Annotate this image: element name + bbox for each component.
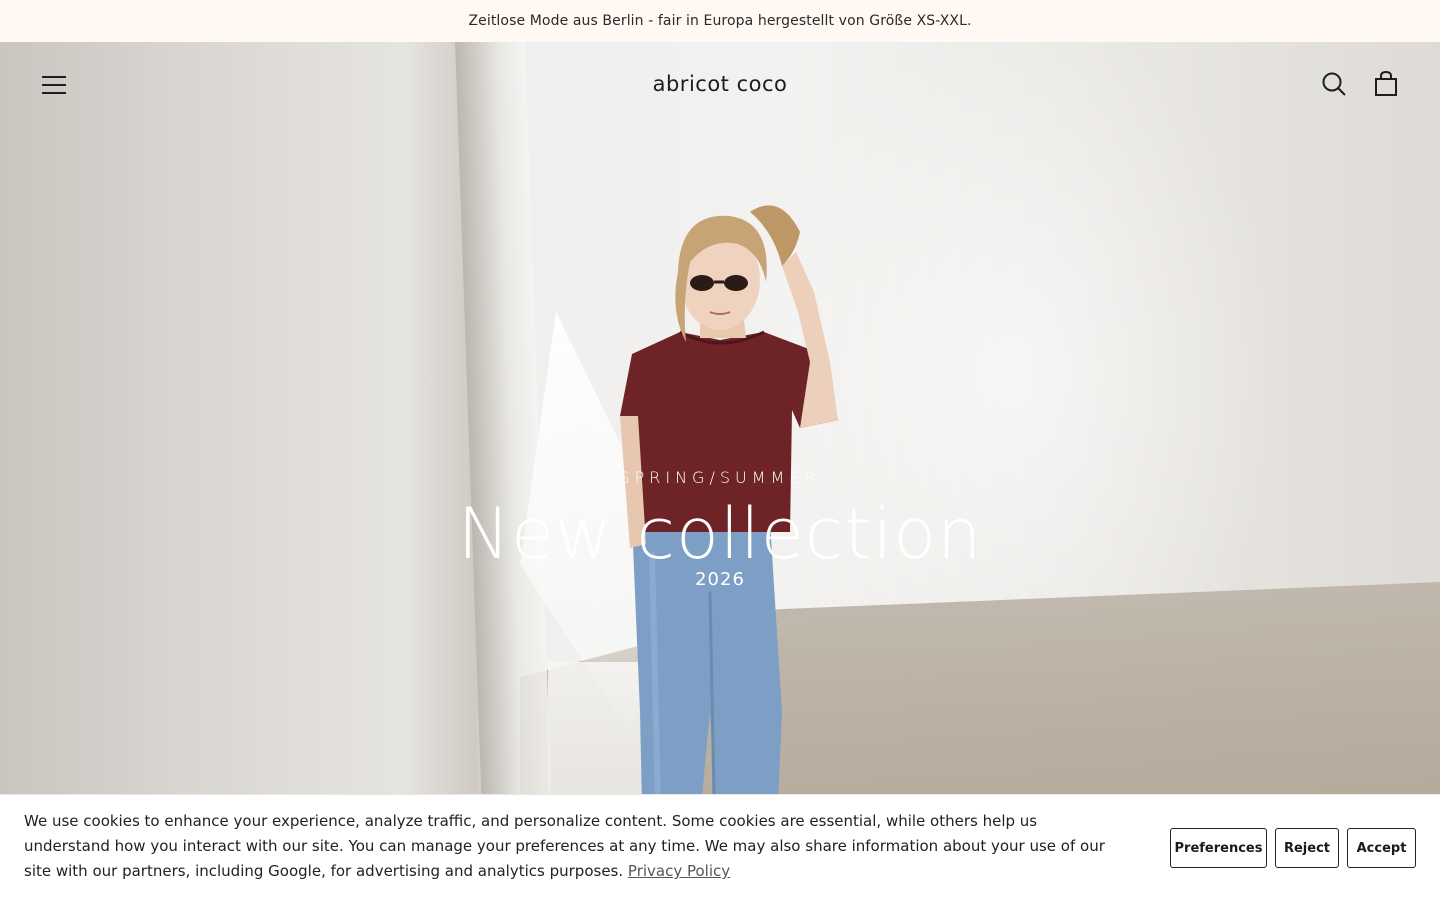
announcement-text: Zeitlose Mode aus Berlin - fair in Europ… xyxy=(468,13,972,29)
hero-year: 2026 xyxy=(695,569,745,590)
search-icon xyxy=(1322,72,1346,96)
accept-button[interactable]: Accept xyxy=(1347,828,1416,868)
hero-headline: New collection xyxy=(457,493,983,575)
search-button[interactable] xyxy=(1316,66,1352,102)
cookie-message: We use cookies to enhance your experienc… xyxy=(24,812,1105,880)
preferences-button[interactable]: Preferences xyxy=(1170,828,1267,868)
site-header: abricot coco xyxy=(0,42,1440,128)
cookie-text-block: We use cookies to enhance your experienc… xyxy=(24,809,1124,884)
reject-button[interactable]: Reject xyxy=(1275,828,1339,868)
cookie-banner: We use cookies to enhance your experienc… xyxy=(0,794,1440,900)
privacy-policy-link[interactable]: Privacy Policy xyxy=(628,862,730,880)
site-logo[interactable]: abricot coco xyxy=(620,72,820,96)
hero-text-block: SPRING/SUMMER New collection 2026 xyxy=(0,468,1440,590)
hero-eyebrow: SPRING/SUMMER xyxy=(619,468,821,487)
hamburger-menu-icon xyxy=(42,76,66,94)
announcement-bar: Zeitlose Mode aus Berlin - fair in Europ… xyxy=(0,0,1440,42)
menu-button[interactable] xyxy=(36,68,72,102)
cart-button[interactable] xyxy=(1368,66,1404,102)
shopping-bag-icon xyxy=(1375,71,1397,96)
hero-banner[interactable]: SPRING/SUMMER New collection 2026 xyxy=(0,42,1440,900)
